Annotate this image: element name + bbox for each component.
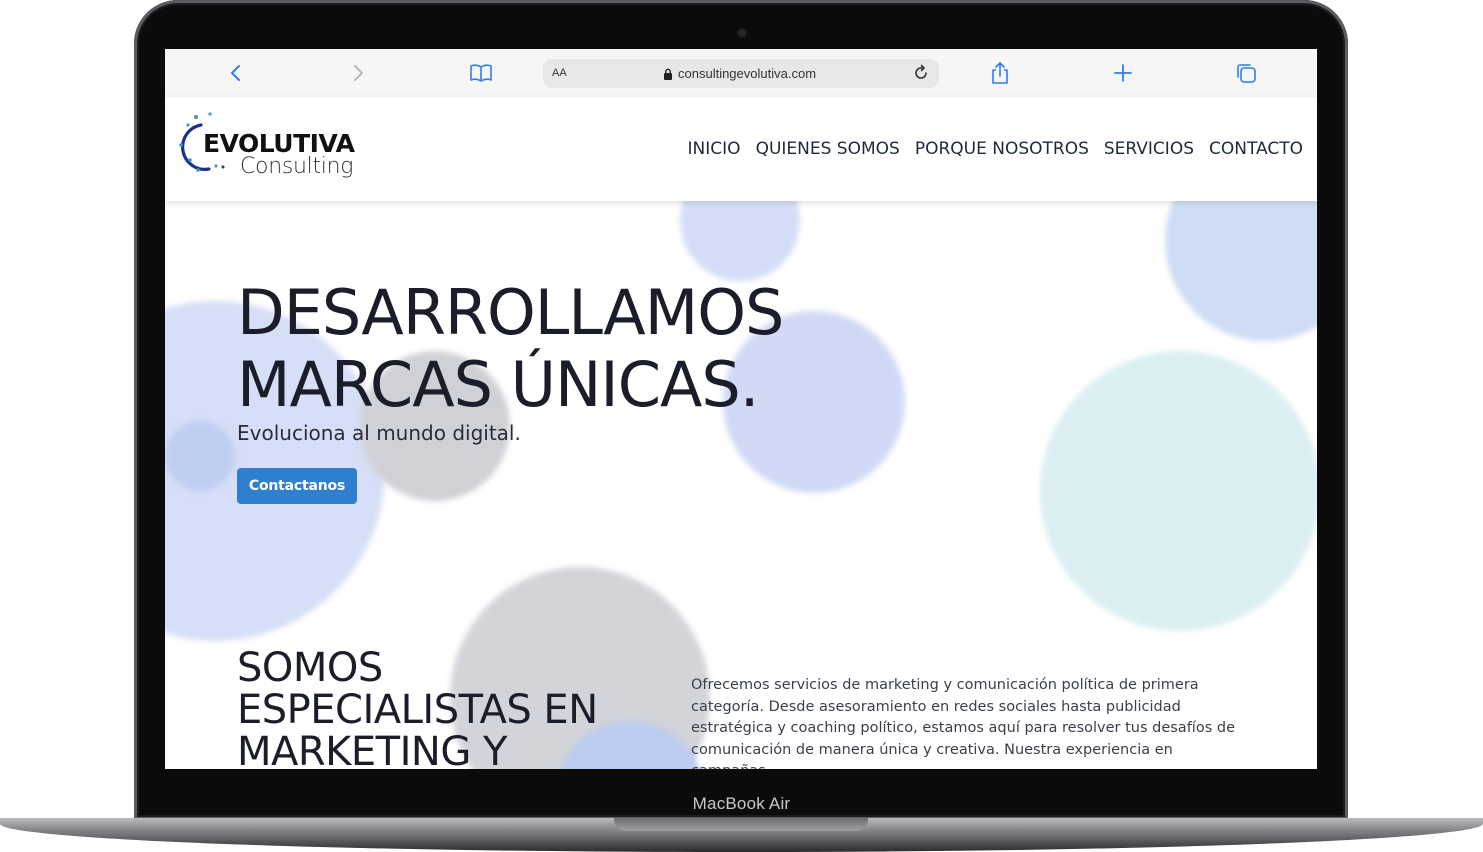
- browser-toolbar: AA consultingevolutiva.com: [165, 49, 1317, 98]
- forward-button[interactable]: [344, 59, 372, 87]
- device-label: MacBook Air: [692, 794, 791, 813]
- address-bar[interactable]: AA consultingevolutiva.com: [543, 59, 939, 88]
- chevron-right-icon: [354, 65, 363, 81]
- camera-icon: [737, 28, 747, 38]
- logo-subtitle: Consulting: [240, 154, 354, 179]
- book-icon: [470, 64, 492, 82]
- nav-item-contacto[interactable]: CONTACTO: [1209, 139, 1303, 159]
- site-header: EVOLUTIVA Consulting INICIO QUIENES SOMO…: [165, 97, 1317, 201]
- bookmarks-button[interactable]: [467, 59, 495, 87]
- section-body-text: Ofrecemos servicios de marketing y comun…: [691, 677, 1235, 769]
- hero-subtitle: Evoluciona al mundo digital.: [237, 421, 521, 445]
- section-title: SOMOS ESPECIALISTAS EN MARKETING Y: [237, 647, 598, 769]
- browser-screen: AA consultingevolutiva.com EVOLUTIVA Con…: [165, 49, 1317, 769]
- background-bubble: [165, 421, 235, 491]
- nav-item-servicios[interactable]: SERVICIOS: [1104, 139, 1194, 159]
- text-size-button[interactable]: AA: [552, 67, 567, 79]
- section-title-line-3: MARKETING Y: [237, 729, 507, 769]
- nav-item-quienes-somos[interactable]: QUIENES SOMOS: [756, 139, 900, 159]
- share-button[interactable]: [986, 59, 1014, 87]
- new-tab-button[interactable]: [1109, 59, 1137, 87]
- url-text: consultingevolutiva.com: [678, 66, 817, 81]
- share-icon: [992, 62, 1008, 84]
- tabs-overview-button[interactable]: [1232, 59, 1260, 87]
- chevron-left-icon: [231, 65, 240, 81]
- section-title-line-1: SOMOS: [237, 645, 383, 691]
- logo[interactable]: EVOLUTIVA Consulting: [177, 111, 363, 183]
- reload-icon: [915, 64, 927, 79]
- main-nav: INICIO QUIENES SOMOS PORQUE NOSOTROS SER…: [688, 139, 1303, 159]
- nav-item-inicio[interactable]: INICIO: [688, 139, 741, 159]
- background-bubble: [680, 201, 800, 281]
- lock-icon: [664, 68, 672, 80]
- plus-icon: [1114, 64, 1132, 82]
- nav-item-porque-nosotros[interactable]: PORQUE NOSOTROS: [915, 139, 1089, 159]
- laptop-notch: [614, 818, 868, 831]
- background-bubble: [1040, 351, 1317, 631]
- section-title-line-2: ESPECIALISTAS EN: [237, 687, 598, 733]
- hero-title-line-2: MARCAS ÚNICAS.: [237, 348, 759, 421]
- contact-button[interactable]: Contactanos: [237, 468, 357, 504]
- hero-title: DESARROLLAMOS MARCAS ÚNICAS.: [237, 276, 784, 421]
- background-bubble: [1165, 201, 1317, 341]
- hero-title-line-1: DESARROLLAMOS: [237, 276, 784, 349]
- back-button[interactable]: [222, 59, 250, 87]
- tabs-icon: [1237, 64, 1256, 83]
- hero-section: DESARROLLAMOS MARCAS ÚNICAS. Evoluciona …: [165, 201, 1317, 769]
- reload-button[interactable]: [911, 63, 931, 83]
